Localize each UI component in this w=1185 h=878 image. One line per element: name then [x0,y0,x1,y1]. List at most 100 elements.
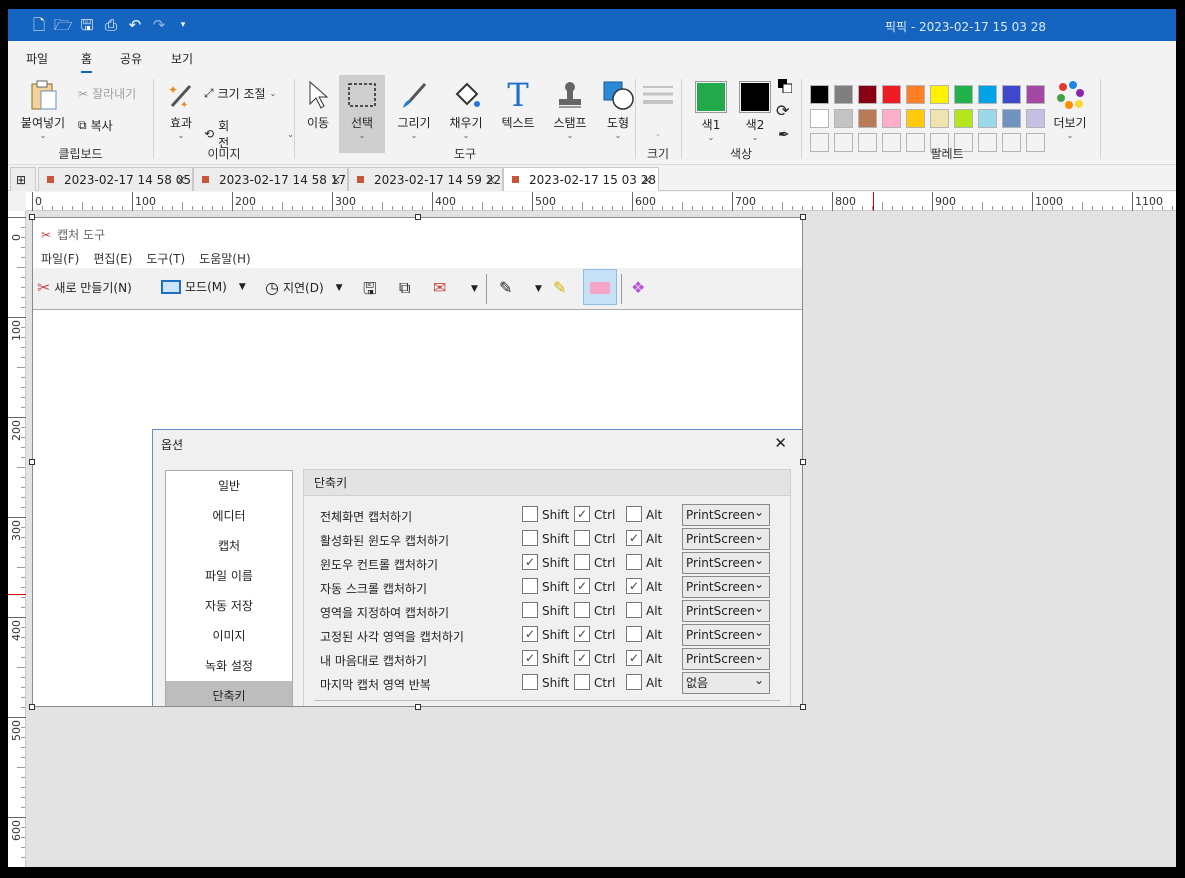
snip-toolbar: ✂ 새로 만들기(N) 모드(M) ▼ ◷ 지연(D) ▼ 🖫 ⧉ ✉ ▼ ✎ ▼ ✎ … [33,268,802,310]
doc-tab[interactable]: 2023-02-17 14 59 22 × [348,167,503,191]
resize-handle[interactable] [415,704,421,710]
snip-menu-tools: 도구(T) [146,252,186,266]
customize-dropdown-icon[interactable]: ▾ [174,15,192,35]
scissors-icon: ✂ [37,278,51,297]
doc-tab[interactable]: 2023-02-17 14 58 17 × [193,167,348,191]
palette-swatch[interactable] [1002,85,1021,104]
palette-swatch[interactable] [954,85,973,104]
options-nav: 일반 에디터 캡처 파일 이름 자동 저장 이미지 녹화 설정 단축키 [165,470,293,706]
image-doc-icon [512,176,519,183]
alt-checkbox: ✓ [626,650,642,666]
resize-handle[interactable] [800,704,806,710]
paste-button[interactable]: 붙여넣기 ⌄ [16,75,70,140]
tab-file[interactable]: 파일 [26,50,48,67]
tab-share[interactable]: 공유 [120,50,142,67]
palette-swatch[interactable] [882,85,901,104]
ctrl-label: Ctrl [594,652,616,666]
doc-tab[interactable]: 2023-02-17 14 58 05 × [38,167,193,191]
resize-button[interactable]: ⤢ 크기 조절 ⌄ [204,85,276,102]
ruler-tick [632,192,633,211]
stamp-tool[interactable]: 스탬프 ⌄ [547,75,593,140]
document-tabs: ⊞ 2023-02-17 14 58 05 × 2023-02-17 14 58 … [8,165,1176,191]
doc-tab-active[interactable]: 2023-02-17 15 03 28 × [503,167,659,191]
snip-title: ✂ 캡처 도구 [41,227,106,243]
redo-icon[interactable]: ↷ [150,15,168,35]
palette-swatch[interactable] [954,109,973,128]
close-icon[interactable]: × [176,173,186,187]
palette-swatch[interactable] [906,85,925,104]
palette-swatch[interactable] [1002,109,1021,128]
ribbon: 붙여넣기 ⌄ ✂ 잘라내기 ⧉ 복사 클립보드 ✦ ✦ 효과 ⌄ ⤢ 크기 조절 ⌄ ⟲ 회전 ⌄… [8,73,1176,165]
ctrl-checkbox [574,554,590,570]
text-tool[interactable]: T 텍스트 [495,75,541,131]
resize-handle[interactable] [800,459,806,465]
palette-swatch[interactable] [978,85,997,104]
color2-button[interactable]: 색2 ⌄ [732,75,778,142]
default-colors-icon[interactable] [778,79,792,93]
shortcut-row: 영역을 지정하여 캡처하기 Shift Ctrl Alt PrintScreen [304,598,792,624]
select-tool[interactable]: 선택 ⌄ [339,75,385,153]
ruler-label: 0 [35,195,42,208]
undo-icon[interactable]: ↶ [126,15,144,35]
palette-swatch[interactable] [1026,109,1045,128]
ctrl-label: Ctrl [594,676,616,690]
title-bar: 🗋 🗁 🖫 ⎙ ↶ ↷ ▾ 픽픽 - 2023-02-17 15 03 28 [8,9,1176,41]
effects-button[interactable]: ✦ ✦ 효과 ⌄ [158,75,204,140]
close-icon[interactable]: × [331,173,341,187]
color1-button[interactable]: 색1 ⌄ [688,75,734,142]
palette-swatch[interactable] [882,109,901,128]
palette-swatch[interactable] [858,85,877,104]
palette-swatch[interactable] [810,85,829,104]
open-folder-icon[interactable]: 🗁 [54,15,73,35]
color1-swatch [695,81,727,113]
close-icon[interactable]: × [486,173,496,187]
palette-swatch[interactable] [834,85,853,104]
key-select: PrintScreen [682,502,770,526]
eyedropper-icon[interactable]: ✒ [778,127,790,143]
resize-handle[interactable] [29,459,35,465]
alt-label: Alt [646,628,663,642]
palette-swatch[interactable] [1026,85,1045,104]
separator [1100,79,1101,159]
save-icon[interactable]: 🖫 [78,15,96,35]
draw-tool[interactable]: 그리기 ⌄ [391,75,437,140]
swap-colors-icon[interactable]: ⟳ [776,101,789,120]
ruler-tick [1132,192,1133,211]
shortcut-label: 영역을 지정하여 캡처하기 [320,606,450,620]
tab-home[interactable]: 홈 [81,50,93,74]
palette-swatch[interactable] [906,109,925,128]
palette-swatch[interactable] [978,109,997,128]
palette-swatch[interactable] [858,109,877,128]
palette-swatch[interactable] [930,85,949,104]
options-nav-item: 이미지 [212,629,246,643]
options-nav-item: 파일 이름 [205,569,253,583]
new-file-icon[interactable]: 🗋 [30,15,48,35]
fill-tool[interactable]: 채우기 ⌄ [443,75,489,140]
text-t-icon: T [507,76,529,114]
more-colors-button[interactable]: 더보기 ⌄ [1044,75,1096,140]
tab-overview-button[interactable]: ⊞ [10,167,36,191]
print-icon[interactable]: ⎙ [102,15,120,35]
cut-button[interactable]: ✂ 잘라내기 [78,85,136,102]
resize-handle[interactable] [29,214,35,220]
size-group: ⌄ 크기 [636,73,680,165]
options-dialog: 옵션 ✕ 일반 에디터 캡처 파일 이름 자동 저장 이미지 녹화 설정 단축키 단축키 전체… [152,429,802,706]
image-canvas[interactable]: ✂ 캡처 도구 파일(F) 편집(E) 도구(T) 도움말(H) ✂ 새로 만들기(… [26,211,1176,867]
shortcut-label: 활성화된 윈도우 캡처하기 [320,534,450,548]
resize-handle[interactable] [415,214,421,220]
shift-checkbox: ✓ [522,554,538,570]
ruler-tick [8,717,26,718]
move-tool[interactable]: 이동 [295,75,341,131]
ruler-tick [1032,192,1033,211]
line-size-button[interactable]: ⌄ [636,75,680,138]
palette-swatch[interactable] [930,109,949,128]
palette-swatch[interactable] [834,109,853,128]
stamp-icon [554,79,586,111]
resize-handle[interactable] [29,704,35,710]
tab-view[interactable]: 보기 [171,50,193,67]
close-icon: ✕ [774,434,787,452]
copy-button[interactable]: ⧉ 복사 [78,117,113,134]
palette-swatch[interactable] [810,109,829,128]
close-icon[interactable]: × [642,173,652,187]
resize-handle[interactable] [800,214,806,220]
